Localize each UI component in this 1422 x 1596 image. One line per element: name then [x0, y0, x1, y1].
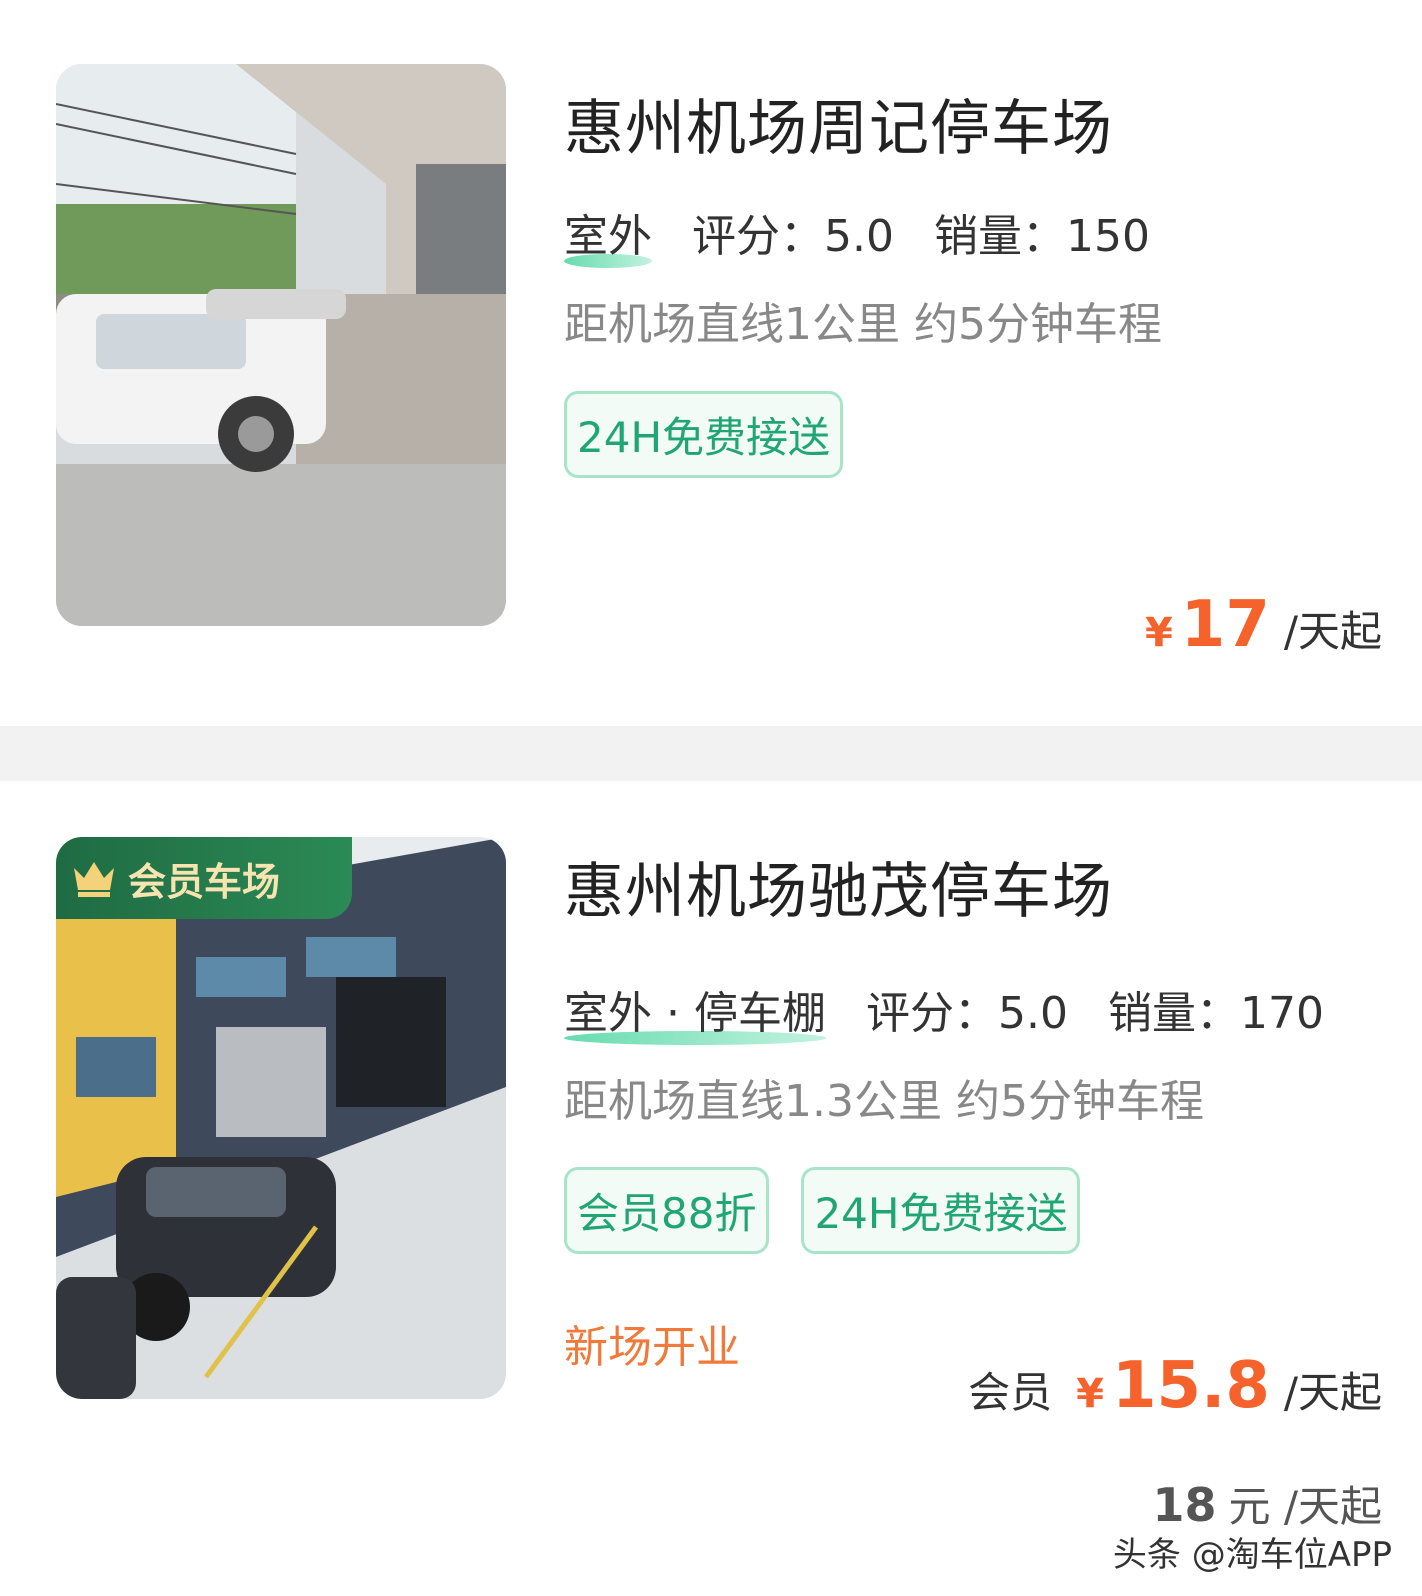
currency-symbol: ¥ — [1076, 1371, 1104, 1417]
original-price-value: 18 — [1152, 1478, 1217, 1532]
price-value: 15.8 — [1111, 1349, 1270, 1423]
parking-lot-photo[interactable] — [56, 64, 506, 626]
parking-lot-name[interactable]: 惠州机场周记停车场 — [564, 80, 1113, 167]
sales-count: 销量：170 — [1107, 988, 1324, 1039]
member-lot-badge-label: 会员车场 — [128, 859, 281, 904]
price-value: 17 — [1180, 588, 1270, 662]
parking-lot-photo[interactable]: 会员车场 — [56, 837, 506, 1399]
parking-type-label: 室外 · 停车棚 — [564, 988, 826, 1039]
promo-label: 新场开业 — [564, 1322, 740, 1373]
rating: 评分：5.0 — [865, 988, 1068, 1039]
original-price-unit: 元 /天起 — [1228, 1482, 1382, 1531]
parking-listing-card[interactable]: 惠州机场周记停车场 室外 评分：5.0 销量：150 距机场直线1公里 约5分钟… — [0, 0, 1422, 726]
tag-list: 会员88折 24H免费接送 — [564, 1167, 1081, 1254]
watermark: 头条 @淘车位APP — [1112, 1535, 1392, 1575]
parking-lot-photo-image — [56, 837, 506, 1399]
price-unit: /天起 — [1283, 607, 1382, 656]
member-lot-badge: 会员车场 — [56, 837, 352, 919]
parking-listing-card[interactable]: 会员车场 惠州机场驰茂停车场 室外 · 停车棚 评分：5.0 销量：170 距机… — [0, 781, 1422, 1596]
card-separator — [0, 726, 1422, 781]
airport-distance: 距机场直线1公里 约5分钟车程 — [564, 299, 1162, 350]
crown-icon — [74, 862, 114, 897]
tag-list: 24H免费接送 — [564, 391, 844, 478]
currency-symbol: ¥ — [1144, 610, 1173, 656]
parking-lot-meta: 室外 评分：5.0 销量：150 — [564, 200, 1190, 268]
price: ¥ 17 /天起 — [1145, 588, 1382, 662]
member-price: 会员 ¥ 15.8 /天起 — [968, 1349, 1382, 1423]
parking-lot-meta: 室外 · 停车棚 评分：5.0 销量：170 — [564, 977, 1364, 1045]
parking-type: 室外 · 停车棚 — [564, 977, 826, 1045]
tag-free-shuttle: 24H免费接送 — [564, 391, 844, 478]
original-price: 18 元 /天起 — [1152, 1473, 1382, 1534]
rating: 评分：5.0 — [692, 211, 894, 262]
parking-lot-name[interactable]: 惠州机场驰茂停车场 — [564, 843, 1113, 930]
sales-count: 销量：150 — [933, 211, 1150, 262]
airport-distance: 距机场直线1.3公里 约5分钟车程 — [564, 1076, 1204, 1127]
parking-type-label: 室外 — [564, 211, 652, 262]
tag-free-shuttle: 24H免费接送 — [801, 1167, 1081, 1254]
parking-lot-photo-image — [56, 64, 506, 626]
parking-type: 室外 — [564, 200, 652, 268]
price-unit: /天起 — [1283, 1368, 1382, 1417]
tag-member-discount: 会员88折 — [564, 1167, 770, 1254]
member-price-label: 会员 — [968, 1368, 1053, 1417]
